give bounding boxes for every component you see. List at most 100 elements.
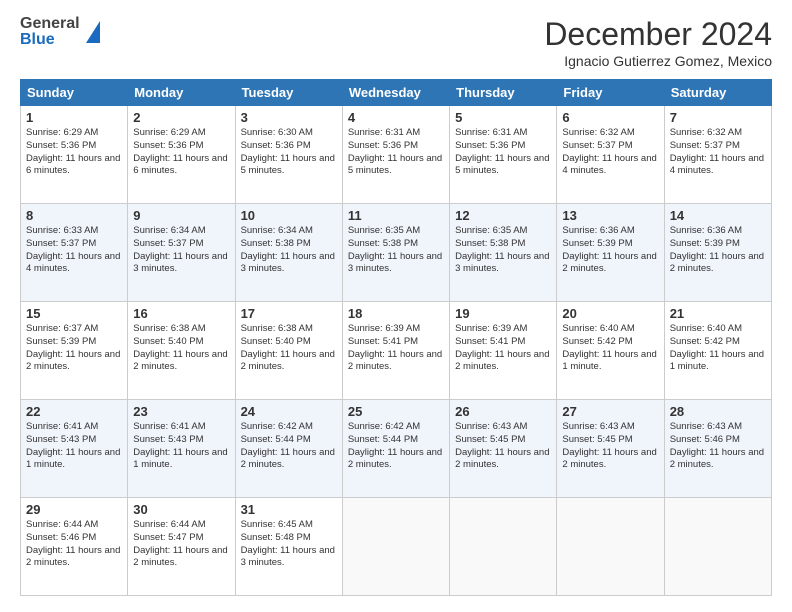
table-row: 1 Sunrise: 6:29 AMSunset: 5:36 PMDayligh… [21, 106, 128, 204]
calendar-week-row: 8 Sunrise: 6:33 AMSunset: 5:37 PMDayligh… [21, 204, 772, 302]
day-info: Sunrise: 6:32 AMSunset: 5:37 PMDaylight:… [562, 127, 656, 176]
day-info: Sunrise: 6:43 AMSunset: 5:46 PMDaylight:… [670, 421, 764, 470]
table-row: 20 Sunrise: 6:40 AMSunset: 5:42 PMDaylig… [557, 302, 664, 400]
day-number: 26 [455, 404, 551, 419]
main-title: December 2024 [544, 16, 772, 53]
day-number: 29 [26, 502, 122, 517]
day-number: 19 [455, 306, 551, 321]
table-row: 7 Sunrise: 6:32 AMSunset: 5:37 PMDayligh… [664, 106, 771, 204]
day-info: Sunrise: 6:34 AMSunset: 5:37 PMDaylight:… [133, 225, 227, 274]
table-row: 26 Sunrise: 6:43 AMSunset: 5:45 PMDaylig… [450, 400, 557, 498]
logo-blue: Blue [20, 32, 80, 48]
day-number: 15 [26, 306, 122, 321]
table-row: 19 Sunrise: 6:39 AMSunset: 5:41 PMDaylig… [450, 302, 557, 400]
day-info: Sunrise: 6:41 AMSunset: 5:43 PMDaylight:… [26, 421, 120, 470]
table-row: 31 Sunrise: 6:45 AMSunset: 5:48 PMDaylig… [235, 498, 342, 596]
day-number: 18 [348, 306, 444, 321]
calendar-week-row: 1 Sunrise: 6:29 AMSunset: 5:36 PMDayligh… [21, 106, 772, 204]
col-sunday: Sunday [21, 80, 128, 106]
day-info: Sunrise: 6:42 AMSunset: 5:44 PMDaylight:… [241, 421, 335, 470]
table-row: 24 Sunrise: 6:42 AMSunset: 5:44 PMDaylig… [235, 400, 342, 498]
table-row: 25 Sunrise: 6:42 AMSunset: 5:44 PMDaylig… [342, 400, 449, 498]
day-number: 10 [241, 208, 337, 223]
day-info: Sunrise: 6:30 AMSunset: 5:36 PMDaylight:… [241, 127, 335, 176]
col-monday: Monday [128, 80, 235, 106]
day-info: Sunrise: 6:41 AMSunset: 5:43 PMDaylight:… [133, 421, 227, 470]
calendar-header-row: Sunday Monday Tuesday Wednesday Thursday… [21, 80, 772, 106]
title-block: December 2024 Ignacio Gutierrez Gomez, M… [544, 16, 772, 69]
col-saturday: Saturday [664, 80, 771, 106]
day-number: 23 [133, 404, 229, 419]
day-number: 3 [241, 110, 337, 125]
table-row: 11 Sunrise: 6:35 AMSunset: 5:38 PMDaylig… [342, 204, 449, 302]
day-number: 9 [133, 208, 229, 223]
table-row: 18 Sunrise: 6:39 AMSunset: 5:41 PMDaylig… [342, 302, 449, 400]
calendar-week-row: 29 Sunrise: 6:44 AMSunset: 5:46 PMDaylig… [21, 498, 772, 596]
calendar-week-row: 22 Sunrise: 6:41 AMSunset: 5:43 PMDaylig… [21, 400, 772, 498]
day-info: Sunrise: 6:36 AMSunset: 5:39 PMDaylight:… [670, 225, 764, 274]
page: General Blue December 2024 Ignacio Gutie… [0, 0, 792, 612]
day-info: Sunrise: 6:38 AMSunset: 5:40 PMDaylight:… [133, 323, 227, 372]
day-number: 30 [133, 502, 229, 517]
col-tuesday: Tuesday [235, 80, 342, 106]
logo-triangle-icon [86, 21, 100, 43]
calendar-table: Sunday Monday Tuesday Wednesday Thursday… [20, 79, 772, 596]
logo: General Blue [20, 16, 100, 48]
day-info: Sunrise: 6:42 AMSunset: 5:44 PMDaylight:… [348, 421, 442, 470]
day-number: 21 [670, 306, 766, 321]
table-row: 13 Sunrise: 6:36 AMSunset: 5:39 PMDaylig… [557, 204, 664, 302]
table-row: 9 Sunrise: 6:34 AMSunset: 5:37 PMDayligh… [128, 204, 235, 302]
day-number: 6 [562, 110, 658, 125]
table-row: 2 Sunrise: 6:29 AMSunset: 5:36 PMDayligh… [128, 106, 235, 204]
day-info: Sunrise: 6:43 AMSunset: 5:45 PMDaylight:… [562, 421, 656, 470]
table-row: 10 Sunrise: 6:34 AMSunset: 5:38 PMDaylig… [235, 204, 342, 302]
day-number: 22 [26, 404, 122, 419]
col-friday: Friday [557, 80, 664, 106]
day-info: Sunrise: 6:45 AMSunset: 5:48 PMDaylight:… [241, 519, 335, 568]
day-number: 27 [562, 404, 658, 419]
day-info: Sunrise: 6:31 AMSunset: 5:36 PMDaylight:… [455, 127, 549, 176]
day-info: Sunrise: 6:36 AMSunset: 5:39 PMDaylight:… [562, 225, 656, 274]
table-row: 4 Sunrise: 6:31 AMSunset: 5:36 PMDayligh… [342, 106, 449, 204]
table-row: 21 Sunrise: 6:40 AMSunset: 5:42 PMDaylig… [664, 302, 771, 400]
table-row: 17 Sunrise: 6:38 AMSunset: 5:40 PMDaylig… [235, 302, 342, 400]
day-info: Sunrise: 6:43 AMSunset: 5:45 PMDaylight:… [455, 421, 549, 470]
table-row [342, 498, 449, 596]
day-number: 20 [562, 306, 658, 321]
day-info: Sunrise: 6:35 AMSunset: 5:38 PMDaylight:… [455, 225, 549, 274]
table-row: 8 Sunrise: 6:33 AMSunset: 5:37 PMDayligh… [21, 204, 128, 302]
table-row [450, 498, 557, 596]
table-row [557, 498, 664, 596]
day-info: Sunrise: 6:44 AMSunset: 5:47 PMDaylight:… [133, 519, 227, 568]
day-number: 14 [670, 208, 766, 223]
subtitle: Ignacio Gutierrez Gomez, Mexico [544, 53, 772, 69]
table-row: 6 Sunrise: 6:32 AMSunset: 5:37 PMDayligh… [557, 106, 664, 204]
day-info: Sunrise: 6:40 AMSunset: 5:42 PMDaylight:… [670, 323, 764, 372]
day-number: 16 [133, 306, 229, 321]
day-info: Sunrise: 6:40 AMSunset: 5:42 PMDaylight:… [562, 323, 656, 372]
day-info: Sunrise: 6:39 AMSunset: 5:41 PMDaylight:… [348, 323, 442, 372]
col-thursday: Thursday [450, 80, 557, 106]
day-number: 12 [455, 208, 551, 223]
day-number: 25 [348, 404, 444, 419]
table-row: 15 Sunrise: 6:37 AMSunset: 5:39 PMDaylig… [21, 302, 128, 400]
table-row: 3 Sunrise: 6:30 AMSunset: 5:36 PMDayligh… [235, 106, 342, 204]
table-row: 12 Sunrise: 6:35 AMSunset: 5:38 PMDaylig… [450, 204, 557, 302]
day-number: 1 [26, 110, 122, 125]
day-number: 31 [241, 502, 337, 517]
day-info: Sunrise: 6:33 AMSunset: 5:37 PMDaylight:… [26, 225, 120, 274]
col-wednesday: Wednesday [342, 80, 449, 106]
day-info: Sunrise: 6:37 AMSunset: 5:39 PMDaylight:… [26, 323, 120, 372]
day-info: Sunrise: 6:38 AMSunset: 5:40 PMDaylight:… [241, 323, 335, 372]
day-info: Sunrise: 6:29 AMSunset: 5:36 PMDaylight:… [26, 127, 120, 176]
day-info: Sunrise: 6:31 AMSunset: 5:36 PMDaylight:… [348, 127, 442, 176]
table-row: 5 Sunrise: 6:31 AMSunset: 5:36 PMDayligh… [450, 106, 557, 204]
day-info: Sunrise: 6:32 AMSunset: 5:37 PMDaylight:… [670, 127, 764, 176]
day-info: Sunrise: 6:35 AMSunset: 5:38 PMDaylight:… [348, 225, 442, 274]
table-row: 22 Sunrise: 6:41 AMSunset: 5:43 PMDaylig… [21, 400, 128, 498]
day-number: 13 [562, 208, 658, 223]
day-number: 17 [241, 306, 337, 321]
calendar-week-row: 15 Sunrise: 6:37 AMSunset: 5:39 PMDaylig… [21, 302, 772, 400]
day-info: Sunrise: 6:39 AMSunset: 5:41 PMDaylight:… [455, 323, 549, 372]
table-row: 16 Sunrise: 6:38 AMSunset: 5:40 PMDaylig… [128, 302, 235, 400]
